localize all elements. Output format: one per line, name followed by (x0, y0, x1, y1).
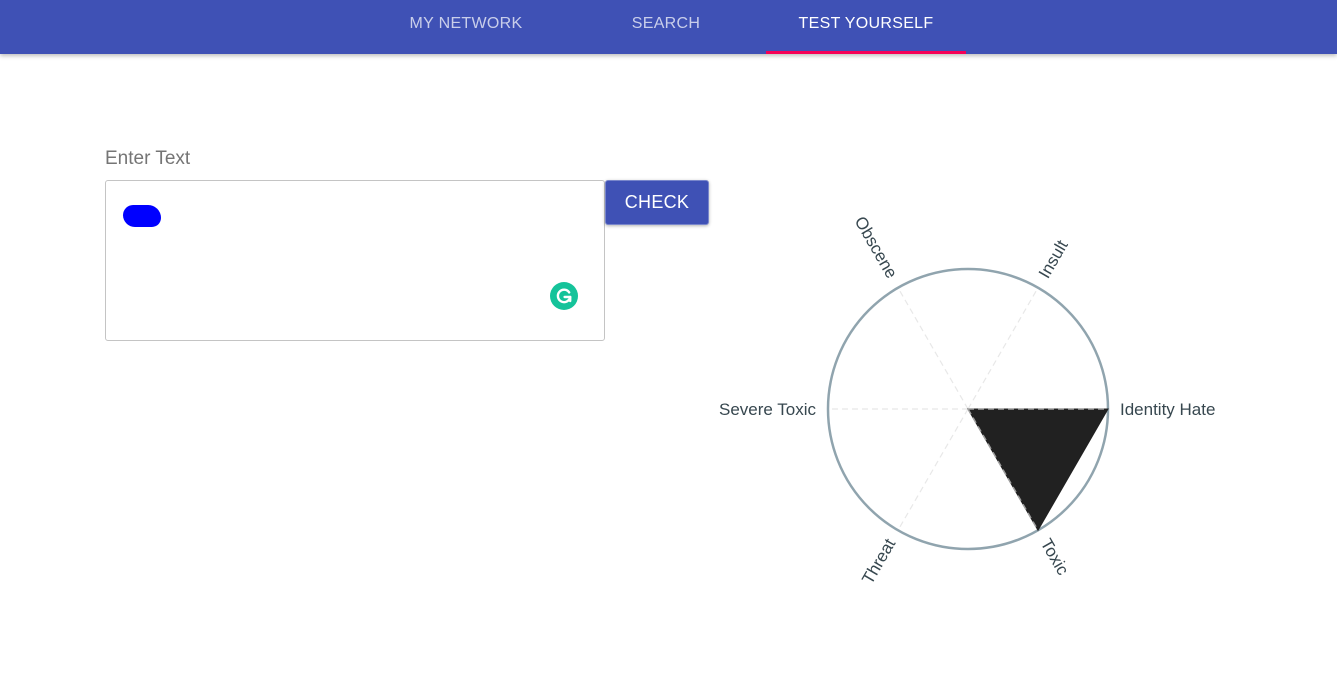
radar-spoke (897, 287, 969, 410)
text-input[interactable] (105, 180, 605, 341)
radar-axis-label: Threat (858, 535, 899, 587)
redaction-mark (123, 205, 161, 227)
tab-test-yourself[interactable]: TEST YOURSELF (766, 0, 966, 54)
grammarly-icon[interactable] (550, 282, 578, 310)
app-bar: MY NETWORK SEARCH TEST YOURSELF (0, 0, 1337, 54)
radar-series-area (967, 408, 1109, 532)
radar-axis-label: Severe Toxic (719, 400, 817, 419)
radar-axis-label: Insult (1035, 237, 1072, 282)
radar-axis-label: Identity Hate (1120, 400, 1215, 419)
toxicity-radar-chart: Identity Hate Insult Obscene Severe Toxic Th… (719, 213, 1215, 587)
enter-text-label: Enter Text (105, 148, 191, 169)
radar-spoke (967, 287, 1039, 410)
tab-search[interactable]: SEARCH (566, 0, 766, 54)
tab-my-network[interactable]: MY NETWORK (366, 0, 566, 54)
active-tab-indicator (766, 51, 966, 54)
radar-spoke (897, 408, 969, 531)
radar-axis-label: Toxic (1037, 535, 1073, 578)
radar-axis-label: Obscene (851, 213, 901, 281)
